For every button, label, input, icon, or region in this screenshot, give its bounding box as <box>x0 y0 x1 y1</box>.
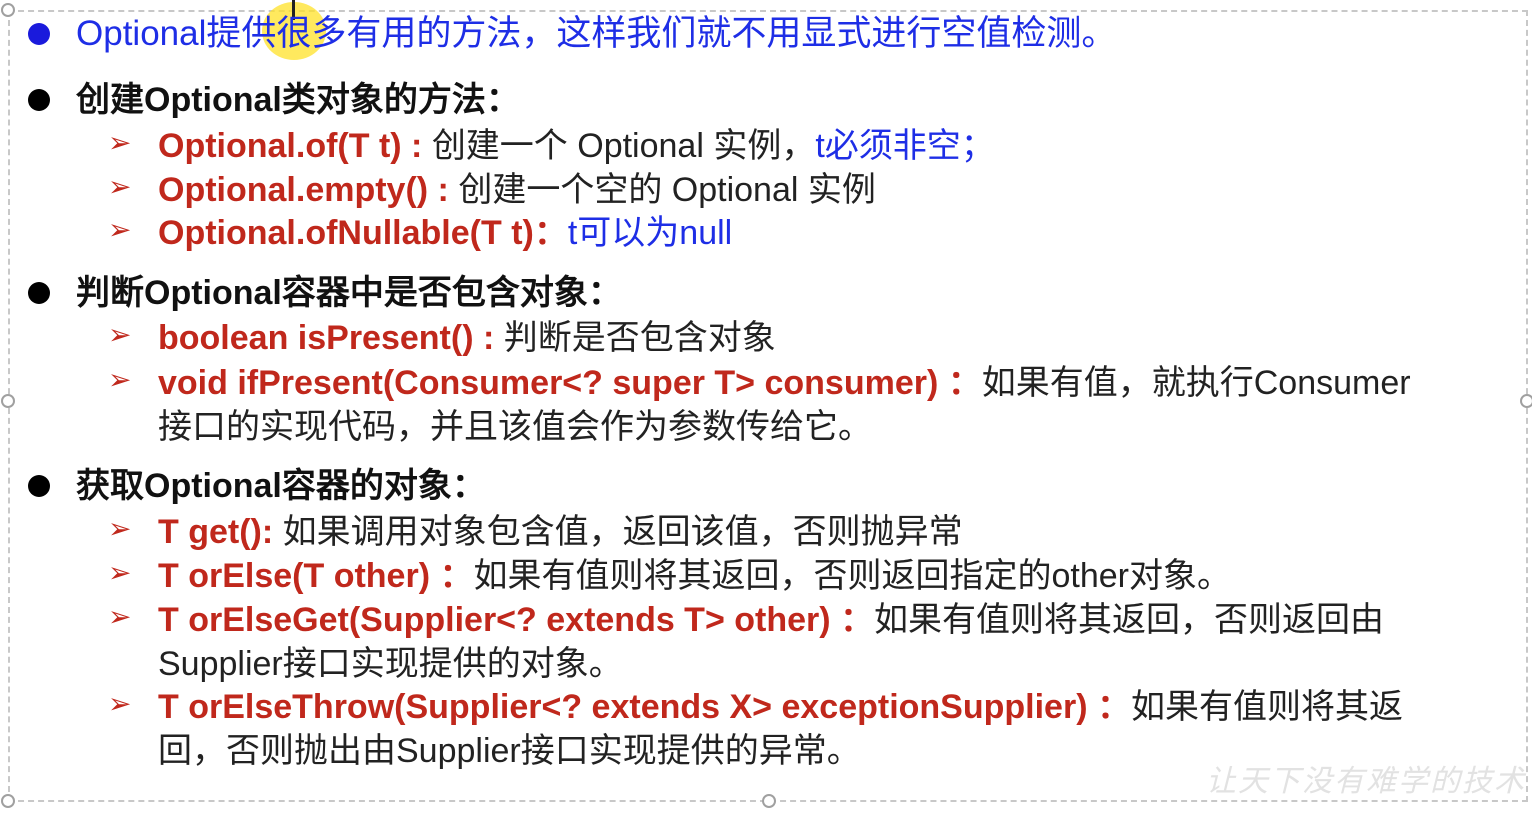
item-signature: T orElse(T other) ： <box>158 557 474 595</box>
item-signature: T orElseGet(Supplier<? extends T> other)… <box>158 601 875 639</box>
item-desc: 判断是否包含对象 <box>503 319 776 357</box>
arrow-icon: ➢ <box>108 363 132 396</box>
item-desc: 创建一个空的 Optional 实例 <box>458 171 876 209</box>
item-empty: Optional.empty() : 创建一个空的 Optional 实例 <box>158 168 876 212</box>
arrow-icon: ➢ <box>108 600 132 633</box>
item-ifpresent: void ifPresent(Consumer<? super T> consu… <box>158 361 1411 405</box>
item-signature: void ifPresent(Consumer<? super T> consu… <box>158 364 982 402</box>
arrow-icon: ➢ <box>108 170 132 203</box>
arrow-icon: ➢ <box>108 556 132 589</box>
section-title-get: 获取Optional容器的对象： <box>76 467 486 505</box>
item-desc: 如果有值，就执行Consumer <box>981 364 1411 402</box>
item-orelsethrow-cont: 回，否则抛出由Supplier接口实现提供的异常。 <box>158 732 861 770</box>
item-desc: 如果有值则将其返 <box>1130 688 1403 726</box>
arrow-icon: ➢ <box>108 126 132 159</box>
bullet-dot <box>28 282 50 304</box>
item-signature: Optional.empty() : <box>158 171 459 209</box>
item-desc: 如果有值则将其返回，否则返回由 <box>874 601 1385 639</box>
item-signature: T get(): <box>158 513 283 551</box>
item-signature: Optional.of(T t) : <box>158 127 432 165</box>
item-signature: T orElseThrow(Supplier<? extends X> exce… <box>158 688 1131 726</box>
watermark: 让天下没有难学的技术 <box>1206 764 1526 799</box>
item-orelse: T orElse(T other) ：如果有值则将其返回，否则返回指定的othe… <box>158 554 1231 598</box>
arrow-icon: ➢ <box>108 318 132 351</box>
arrow-icon: ➢ <box>108 512 132 545</box>
item-ofnullable: Optional.ofNullable(T t)：t可以为null <box>158 211 732 255</box>
arrow-icon: ➢ <box>108 687 132 720</box>
intro-text: Optional提供很多有用的方法，这样我们就不用显式进行空值检测。 <box>76 14 1117 53</box>
item-of: Optional.of(T t) : 创建一个 Optional 实例，t必须非… <box>158 124 995 168</box>
bullet-dot <box>28 475 50 497</box>
item-ifpresent-cont: 接口的实现代码，并且该值会作为参数传给它。 <box>158 408 872 446</box>
item-get: T get(): 如果调用对象包含值，返回该值，否则抛异常 <box>158 510 963 554</box>
item-ispresent: boolean isPresent() : 判断是否包含对象 <box>158 316 776 360</box>
arrow-icon: ➢ <box>108 213 132 246</box>
section-title-check: 判断Optional容器中是否包含对象： <box>76 274 622 312</box>
bullet-dot <box>28 89 50 111</box>
item-orelsethrow: T orElseThrow(Supplier<? extends X> exce… <box>158 685 1403 729</box>
item-signature: Optional.ofNullable(T t)： <box>158 214 568 252</box>
item-desc: 如果有值则将其返回，否则返回指定的other对象。 <box>473 557 1231 595</box>
item-desc: 如果调用对象包含值，返回该值，否则抛异常 <box>282 513 963 551</box>
resize-handle-mr[interactable] <box>1520 394 1532 408</box>
item-note: t可以为null <box>567 214 733 252</box>
item-orelseget-cont: Supplier接口实现提供的对象。 <box>158 645 623 683</box>
bullet-dot <box>28 23 50 45</box>
item-desc: 创建一个 Optional 实例， <box>431 127 816 165</box>
resize-handle-ml[interactable] <box>1 394 15 408</box>
item-orelseget: T orElseGet(Supplier<? extends T> other)… <box>158 598 1384 642</box>
item-signature: boolean isPresent() : <box>158 319 504 357</box>
resize-handle-bl[interactable] <box>1 794 15 808</box>
resize-handle-tl[interactable] <box>1 3 15 17</box>
resize-handle-bm[interactable] <box>762 794 776 808</box>
section-title-create: 创建Optional类对象的方法： <box>76 81 520 119</box>
item-note: t必须非空； <box>815 127 995 165</box>
